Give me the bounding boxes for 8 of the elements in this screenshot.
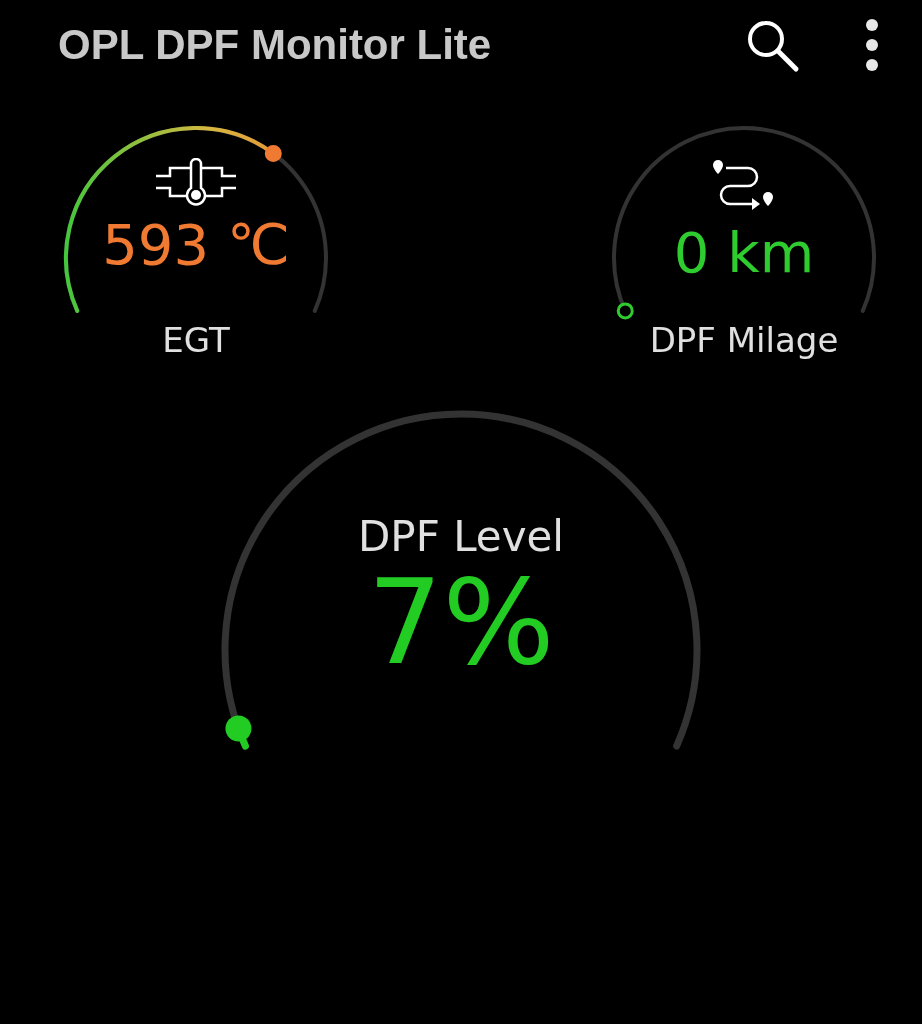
gauge-label: EGT	[162, 320, 230, 360]
app-title: OPL DPF Monitor Lite	[58, 21, 492, 69]
gauge-label: DPF Level	[357, 512, 564, 561]
gauge-label: DPF Milage	[649, 320, 839, 360]
gauge-value: 7%	[367, 561, 555, 685]
exhaust-thermometer-icon	[154, 158, 238, 206]
gauge-value: 0 km	[673, 220, 815, 285]
gauge-value: 593 ℃	[102, 212, 290, 277]
